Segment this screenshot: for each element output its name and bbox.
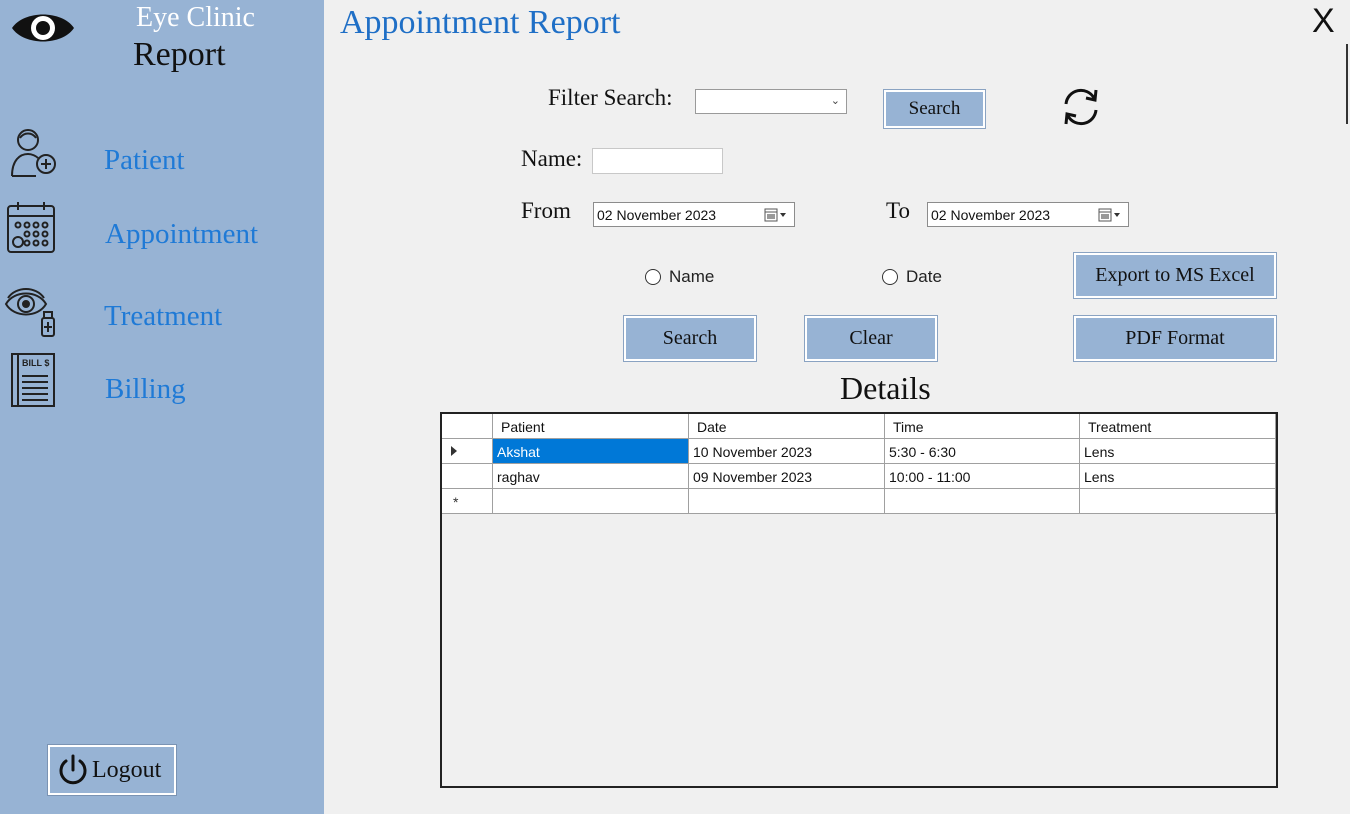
page-title: Appointment Report — [340, 4, 621, 41]
clinic-name: Eye Clinic — [136, 2, 255, 33]
logout-label: Logout — [92, 756, 162, 783]
table-cell-patient[interactable]: raghav — [493, 464, 689, 489]
calendar-icon — [7, 202, 55, 253]
table-row[interactable]: raghav 09 November 2023 10:00 - 11:00 Le… — [442, 464, 1276, 489]
table-cell-date[interactable] — [689, 489, 885, 514]
radio-name-label: Name — [669, 267, 715, 286]
from-label: From — [521, 198, 571, 223]
pdf-format-button[interactable]: PDF Format — [1074, 316, 1276, 361]
row-pointer-icon — [451, 446, 457, 456]
table-row[interactable]: Akshat 10 November 2023 5:30 - 6:30 Lens — [442, 439, 1276, 464]
row-selector[interactable] — [442, 464, 493, 489]
column-header-date[interactable]: Date — [689, 414, 885, 439]
radio-date[interactable]: Date — [882, 267, 942, 287]
table-cell-date[interactable]: 09 November 2023 — [689, 464, 885, 489]
name-label: Name: — [521, 146, 583, 171]
table-cell-time[interactable]: 5:30 - 6:30 — [885, 439, 1080, 464]
to-date-picker[interactable]: 02 November 2023 — [927, 202, 1129, 227]
sidebar-item-patient[interactable]: Patient — [104, 144, 185, 177]
export-excel-button[interactable]: Export to MS Excel — [1074, 253, 1276, 298]
filter-search-button[interactable]: Search — [884, 90, 985, 128]
logout-button[interactable]: Logout — [48, 745, 176, 795]
details-grid[interactable]: Patient Date Time Treatment Akshat 10 No… — [440, 412, 1278, 788]
search-button[interactable]: Search — [624, 316, 756, 361]
eye-logo-icon — [12, 14, 74, 42]
patient-add-icon — [11, 129, 56, 177]
new-row-marker: * — [453, 494, 459, 510]
chevron-down-icon: ⌄ — [830, 95, 840, 107]
table-cell-patient[interactable] — [493, 489, 689, 514]
calendar-dropdown-icon — [764, 208, 786, 222]
power-icon — [59, 754, 87, 785]
radio-name-circle[interactable] — [645, 269, 661, 285]
table-new-row[interactable]: * — [442, 489, 1276, 514]
filter-search-label: Filter Search: — [548, 85, 673, 110]
sidebar-item-billing[interactable]: Billing — [105, 373, 186, 406]
sidebar-item-appointment[interactable]: Appointment — [105, 218, 258, 251]
row-selector[interactable] — [442, 439, 493, 464]
column-header-treatment[interactable]: Treatment — [1080, 414, 1276, 439]
bill-icon: BILL $ — [11, 353, 55, 407]
from-date-picker[interactable]: 02 November 2023 — [593, 202, 795, 227]
row-header-cell — [442, 414, 493, 439]
from-date-value: 02 November 2023 — [597, 207, 717, 223]
table-cell-date[interactable]: 10 November 2023 — [689, 439, 885, 464]
to-date-value: 02 November 2023 — [931, 207, 1051, 223]
name-input[interactable] — [592, 148, 723, 174]
sidebar: Eye Clinic Report Patient Appointment Tr… — [0, 0, 324, 814]
filter-search-select[interactable]: ⌄ — [695, 89, 847, 114]
calendar-dropdown-icon — [1098, 208, 1120, 222]
table-cell-time[interactable] — [885, 489, 1080, 514]
details-title: Details — [840, 370, 931, 406]
table-header: Patient Date Time Treatment — [442, 414, 1276, 439]
table-cell-patient[interactable]: Akshat — [493, 439, 689, 464]
bill-icon-text: BILL $ — [22, 358, 49, 368]
column-header-patient[interactable]: Patient — [493, 414, 689, 439]
row-selector[interactable]: * — [442, 489, 493, 514]
radio-date-label: Date — [906, 267, 942, 286]
close-button[interactable]: X — [1312, 2, 1335, 41]
table-cell-time[interactable]: 10:00 - 11:00 — [885, 464, 1080, 489]
eye-drop-icon — [4, 288, 55, 337]
sidebar-item-treatment[interactable]: Treatment — [104, 300, 222, 333]
column-header-time[interactable]: Time — [885, 414, 1080, 439]
section-title: Report — [133, 36, 226, 73]
table-cell-treatment[interactable] — [1080, 489, 1276, 514]
radio-name[interactable]: Name — [645, 267, 714, 287]
radio-date-circle[interactable] — [882, 269, 898, 285]
table-cell-treatment[interactable]: Lens — [1080, 439, 1276, 464]
window-edge — [1346, 44, 1350, 124]
refresh-icon[interactable] — [1060, 86, 1102, 128]
to-label: To — [886, 198, 910, 223]
table-cell-treatment[interactable]: Lens — [1080, 464, 1276, 489]
clear-button[interactable]: Clear — [805, 316, 937, 361]
